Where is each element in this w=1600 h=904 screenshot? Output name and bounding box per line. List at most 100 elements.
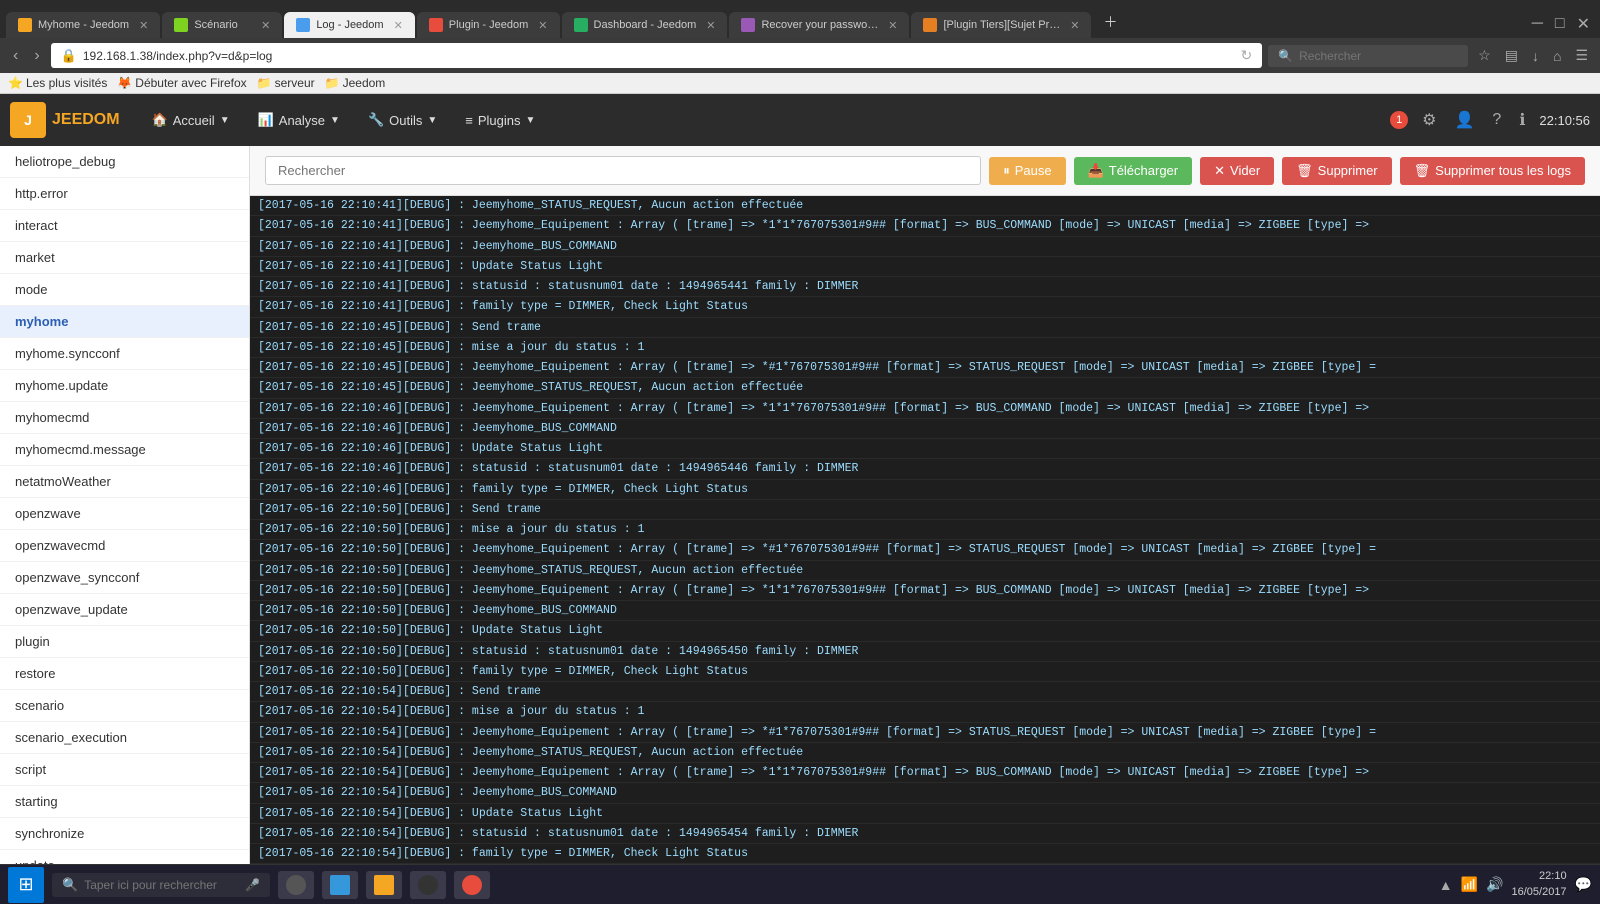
sidebar-item-scenario_execution[interactable]: scenario_execution	[0, 722, 249, 754]
sidebar-item-plugin[interactable]: plugin	[0, 626, 249, 658]
sidebar-item-myhomecmd[interactable]: myhomecmd	[0, 402, 249, 434]
pause-button[interactable]: ⏸ Pause	[989, 157, 1065, 185]
search-box[interactable]: 🔍	[1268, 45, 1468, 67]
nav-item-outils[interactable]: 🔧 Outils ▼	[356, 106, 449, 134]
bookmark-save-icon[interactable]: ▤	[1501, 45, 1522, 66]
sidebar-item-restore[interactable]: restore	[0, 658, 249, 690]
sidebar-item-mode[interactable]: mode	[0, 274, 249, 306]
bookmark-serveur[interactable]: 📁 serveur	[257, 76, 315, 90]
tab-close-dashboard[interactable]: ✕	[706, 19, 715, 32]
info-icon[interactable]: ℹ	[1515, 106, 1529, 134]
chevron-down-icon-3: ▼	[427, 115, 437, 126]
chevron-down-icon-4: ▼	[526, 115, 536, 126]
supprimer-button[interactable]: 🗑 Supprimer	[1282, 157, 1391, 185]
sidebar-item-scenario[interactable]: scenario	[0, 690, 249, 722]
tab-close-plugin[interactable]: ✕	[538, 19, 547, 32]
help-icon[interactable]: ?	[1488, 107, 1505, 133]
log-line: [2017-05-16 22:10:41][DEBUG] : family ty…	[250, 297, 1600, 317]
tab-scenario[interactable]: Scénario ✕	[162, 12, 282, 38]
sidebar-item-starting[interactable]: starting	[0, 786, 249, 818]
nav-item-plugins[interactable]: ≡ Plugins ▼	[453, 107, 547, 134]
vider-button[interactable]: ✕ Vider	[1200, 157, 1274, 185]
taskbar-app-shield[interactable]	[410, 871, 446, 899]
home-icon[interactable]: ⌂	[1549, 46, 1565, 66]
bookmark-firefox[interactable]: 🦊 Débuter avec Firefox	[117, 76, 246, 90]
brand-logo: J	[10, 102, 46, 138]
log-search-input[interactable]	[265, 156, 981, 185]
tab-recover[interactable]: Recover your password - ✕	[729, 12, 909, 38]
back-button[interactable]: ‹	[8, 45, 23, 67]
sidebar-item-interact[interactable]: interact	[0, 210, 249, 242]
supprimer-label: Supprimer	[1318, 163, 1378, 178]
sidebar-item-synchronize[interactable]: synchronize	[0, 818, 249, 850]
sidebar-item-http_error[interactable]: http.error	[0, 178, 249, 210]
tab-close-log[interactable]: ✕	[394, 19, 403, 32]
taskbar-volume-icon[interactable]: 🔊	[1486, 876, 1503, 893]
bookmark-star-icon[interactable]: ☆	[1474, 45, 1495, 66]
maximize-button[interactable]: □	[1551, 15, 1569, 33]
notification-badge[interactable]: 1	[1390, 111, 1408, 129]
log-line: [2017-05-16 22:10:50][DEBUG] : family ty…	[250, 662, 1600, 682]
taskbar-search-box[interactable]: 🔍 🎤	[52, 873, 270, 897]
supprimer-all-button[interactable]: 🗑 Supprimer tous les logs	[1400, 157, 1585, 185]
tab-myhome[interactable]: Myhome - Jeedom ✕	[6, 12, 160, 38]
sidebar-item-myhomecmd_message[interactable]: myhomecmd.message	[0, 434, 249, 466]
log-line: [2017-05-16 22:10:50][DEBUG] : Update St…	[250, 621, 1600, 641]
tab-label-dashboard: Dashboard - Jeedom	[594, 19, 697, 31]
taskbar-app-multitasking[interactable]	[278, 871, 314, 899]
search-input[interactable]	[1299, 49, 1458, 63]
menu-icon[interactable]: ☰	[1571, 45, 1592, 66]
tab-close-plugin2[interactable]: ✕	[1070, 19, 1079, 32]
start-button[interactable]: ⊞	[8, 867, 44, 903]
tab-close-recover[interactable]: ✕	[888, 19, 897, 32]
user-icon[interactable]: 👤	[1450, 106, 1478, 134]
taskbar-app-folder[interactable]	[366, 871, 402, 899]
nav-item-accueil[interactable]: 🏠 Accueil ▼	[140, 106, 242, 134]
log-line: [2017-05-16 22:10:50][DEBUG] : Jeemyhome…	[250, 540, 1600, 560]
settings-icon[interactable]: ⚙	[1418, 106, 1440, 134]
url-box[interactable]: 🔒 192.168.1.38/index.php?v=d&p=log ↻	[51, 43, 1263, 68]
taskbar-network-icon[interactable]: 📶	[1461, 876, 1478, 893]
app: J JEEDOM 🏠 Accueil ▼ 📊 Analyse ▼ 🔧 Outil…	[0, 94, 1600, 864]
tab-plugin2[interactable]: [Plugin Tiers][Sujet Princi ✕	[911, 12, 1091, 38]
microphone-icon[interactable]: 🎤	[245, 878, 260, 892]
bookmark-visits[interactable]: ⭐ Les plus visités	[8, 76, 107, 90]
sidebar-item-openzwave_update[interactable]: openzwave_update	[0, 594, 249, 626]
sidebar-item-openzwave_syncconf[interactable]: openzwave_syncconf	[0, 562, 249, 594]
taskbar-app-edge[interactable]	[322, 871, 358, 899]
tab-log[interactable]: Log - Jeedom ✕	[284, 12, 414, 38]
close-button[interactable]: ✕	[1573, 14, 1594, 34]
sidebar-item-myhome_update[interactable]: myhome.update	[0, 370, 249, 402]
log-content[interactable]: [2017-05-16 22:10:41][DEBUG] : Jeemyhome…	[250, 196, 1600, 864]
taskbar-search-input[interactable]	[84, 878, 239, 892]
sidebar-item-openzwave[interactable]: openzwave	[0, 498, 249, 530]
sidebar-item-update[interactable]: update	[0, 850, 249, 864]
refresh-button[interactable]: ↻	[1240, 47, 1252, 64]
home-nav-icon: 🏠	[152, 112, 168, 128]
minimize-button[interactable]: ─	[1528, 15, 1547, 33]
forward-button[interactable]: ›	[29, 45, 44, 67]
sidebar-item-market[interactable]: market	[0, 242, 249, 274]
taskbar-up-icon[interactable]: ▲	[1439, 877, 1453, 893]
sidebar-item-myhome_syncconf[interactable]: myhome.syncconf	[0, 338, 249, 370]
tab-close-scenario[interactable]: ✕	[261, 19, 270, 32]
new-tab-button[interactable]: ＋	[1093, 6, 1127, 38]
tab-label-plugin: Plugin - Jeedom	[449, 19, 529, 31]
tab-plugin[interactable]: Plugin - Jeedom ✕	[417, 12, 560, 38]
taskbar-app-firefox[interactable]	[454, 871, 490, 899]
tab-close-myhome[interactable]: ✕	[139, 19, 148, 32]
download-btn-icon: 📥	[1088, 163, 1104, 179]
sidebar-item-script[interactable]: script	[0, 754, 249, 786]
download-button[interactable]: 📥 Télécharger	[1074, 157, 1193, 185]
sidebar-item-myhome[interactable]: myhome	[0, 306, 249, 338]
nav-item-analyse[interactable]: 📊 Analyse ▼	[246, 106, 352, 134]
tab-dashboard[interactable]: Dashboard - Jeedom ✕	[562, 12, 728, 38]
sidebar-item-openzwavecmd[interactable]: openzwavecmd	[0, 530, 249, 562]
bookmark-jeedom[interactable]: 📁 Jeedom	[325, 76, 386, 90]
taskbar-notification-icon[interactable]: 💬	[1575, 876, 1592, 893]
log-line: [2017-05-16 22:10:46][DEBUG] : Jeemyhome…	[250, 399, 1600, 419]
download-icon[interactable]: ↓	[1528, 46, 1543, 66]
download-label: Télécharger	[1109, 163, 1178, 178]
sidebar-item-heliotrope_debug[interactable]: heliotrope_debug	[0, 146, 249, 178]
sidebar-item-netatmoWeather[interactable]: netatmoWeather	[0, 466, 249, 498]
